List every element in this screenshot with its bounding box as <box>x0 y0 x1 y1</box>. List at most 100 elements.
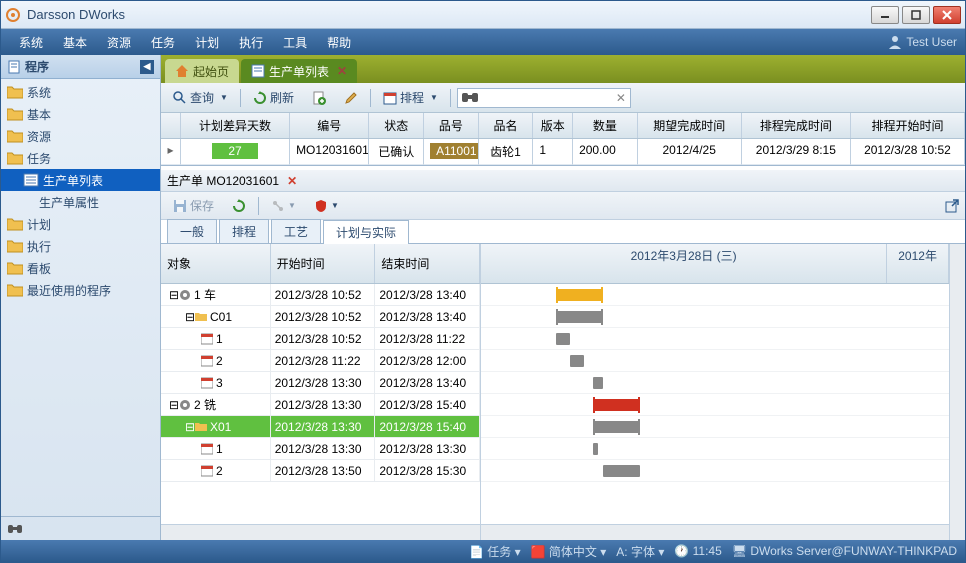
tab-起始页[interactable]: 起始页 <box>165 59 239 83</box>
new-icon <box>312 91 326 105</box>
gantt-row <box>481 284 949 306</box>
scrollbar-h[interactable] <box>481 524 949 540</box>
sched-row[interactable]: ⊟X012012/3/28 13:302012/3/28 15:40 <box>161 416 480 438</box>
nav-生产单列表[interactable]: 生产单列表 <box>1 169 160 191</box>
gantt-bar[interactable] <box>556 333 570 345</box>
schedule-button[interactable]: 排程 ▼ <box>377 86 444 109</box>
nav-基本[interactable]: 基本 <box>1 103 160 125</box>
detail-tab-工艺[interactable]: 工艺 <box>271 219 321 243</box>
new-button[interactable] <box>306 88 332 108</box>
menu-任务[interactable]: 任务 <box>141 30 185 55</box>
nav-资源[interactable]: 资源 <box>1 125 160 147</box>
close-tab-icon[interactable]: ✕ <box>337 64 347 78</box>
status-server: 🖥 DWorks Server@FUNWAY-THINKPAD <box>732 544 957 558</box>
gantt-row <box>481 350 949 372</box>
link-button[interactable]: ▼ <box>265 196 302 216</box>
tab-生产单列表[interactable]: 生产单列表✕ <box>241 59 357 83</box>
col-排程完成时间[interactable]: 排程完成时间 <box>742 113 851 138</box>
search-box: ✕ <box>457 88 631 108</box>
detail-tab-排程[interactable]: 排程 <box>219 219 269 243</box>
maximize-button[interactable] <box>902 6 930 24</box>
sched-row[interactable]: 32012/3/28 13:302012/3/28 13:40 <box>161 372 480 394</box>
nav-生产单属性[interactable]: 生产单属性 <box>1 191 160 213</box>
col-版本[interactable]: 版本 <box>533 113 573 138</box>
nav-系统[interactable]: 系统 <box>1 81 160 103</box>
detail-header: 生产单 MO12031601 ✕ <box>161 170 965 192</box>
gantt-bar[interactable] <box>593 421 640 433</box>
sched-row[interactable]: ⊟C012012/3/28 10:522012/3/28 13:40 <box>161 306 480 328</box>
sched-row[interactable]: 12012/3/28 10:522012/3/28 11:22 <box>161 328 480 350</box>
sched-row[interactable]: 12012/3/28 13:302012/3/28 13:30 <box>161 438 480 460</box>
gantt-bar[interactable] <box>593 377 602 389</box>
gantt-bar[interactable] <box>570 355 584 367</box>
sched-row[interactable]: 22012/3/28 13:502012/3/28 15:30 <box>161 460 480 482</box>
sched-row[interactable]: 22012/3/28 11:222012/3/28 12:00 <box>161 350 480 372</box>
gantt-bar[interactable] <box>556 311 603 323</box>
close-button[interactable] <box>933 6 961 24</box>
col-状态[interactable]: 状态 <box>369 113 424 138</box>
document-icon <box>7 60 21 74</box>
save-button[interactable]: 保存 <box>167 194 220 217</box>
edit-button[interactable] <box>338 88 364 108</box>
statusbar: 📄 任务 ▾ 🟥 简体中文 ▾ A: 字体 ▾ 🕐 11:45 🖥 DWorks… <box>1 540 965 562</box>
document-tabs: 起始页生产单列表✕ <box>161 55 965 83</box>
binoculars-icon[interactable] <box>7 521 23 537</box>
sched-row[interactable]: ⊟2 铣2012/3/28 13:302012/3/28 15:40 <box>161 394 480 416</box>
detail-tab-一般[interactable]: 一般 <box>167 219 217 243</box>
col-排程开始时间[interactable]: 排程开始时间 <box>851 113 965 138</box>
menu-帮助[interactable]: 帮助 <box>317 30 361 55</box>
gantt-bar[interactable] <box>593 399 640 411</box>
menu-执行[interactable]: 执行 <box>229 30 273 55</box>
sidebar-footer <box>1 516 160 540</box>
search-input[interactable] <box>482 91 612 105</box>
user-icon <box>888 35 902 49</box>
grid-row[interactable]: ▸ 27MO12031601已确认A11001齿轮11200.002012/4/… <box>161 139 965 165</box>
col-品号[interactable]: 品号 <box>424 113 479 138</box>
nav-执行[interactable]: 执行 <box>1 235 160 257</box>
detail-tab-计划与实际[interactable]: 计划与实际 <box>323 220 409 244</box>
user-name: Test User <box>906 35 957 49</box>
nav-最近使用的程序[interactable]: 最近使用的程序 <box>1 279 160 301</box>
status-lang[interactable]: 🟥 简体中文 ▾ <box>531 543 607 560</box>
col-编号[interactable]: 编号 <box>290 113 369 138</box>
col-计划差异天数[interactable]: 计划差异天数 <box>181 113 290 138</box>
gantt-bar[interactable] <box>593 443 598 455</box>
gantt-row <box>481 372 949 394</box>
gantt-bar[interactable] <box>603 465 640 477</box>
col-品名[interactable]: 品名 <box>479 113 534 138</box>
search-icon <box>173 91 187 105</box>
clear-search-icon[interactable]: ✕ <box>612 91 630 105</box>
menubar: 系统基本资源任务计划执行工具帮助 Test User <box>1 29 965 55</box>
gantt-bar[interactable] <box>556 289 603 301</box>
menu-工具[interactable]: 工具 <box>273 30 317 55</box>
scrollbar-h[interactable] <box>161 524 480 540</box>
sched-row[interactable]: ⊟1 车2012/3/28 10:522012/3/28 13:40 <box>161 284 480 306</box>
status-font[interactable]: A: 字体 ▾ <box>616 543 664 560</box>
detail-toolbar: 保存 ▼ ▼ <box>161 192 965 220</box>
menu-系统[interactable]: 系统 <box>9 30 53 55</box>
nav-看板[interactable]: 看板 <box>1 257 160 279</box>
detail-tabs: 一般排程工艺计划与实际 <box>161 220 965 244</box>
menu-基本[interactable]: 基本 <box>53 30 97 55</box>
detail-title: 生产单 MO12031601 <box>167 172 279 189</box>
scrollbar-v[interactable] <box>949 244 965 540</box>
search-button[interactable]: 查询 ▼ <box>167 86 234 109</box>
refresh-button[interactable]: 刷新 <box>247 86 300 109</box>
minimize-button[interactable] <box>871 6 899 24</box>
shield-button[interactable]: ▼ <box>308 196 345 216</box>
col-期望完成时间[interactable]: 期望完成时间 <box>638 113 742 138</box>
nav-任务[interactable]: 任务 <box>1 147 160 169</box>
nav-计划[interactable]: 计划 <box>1 213 160 235</box>
collapse-button[interactable]: ◀ <box>140 60 154 74</box>
refresh-detail-button[interactable] <box>226 196 252 216</box>
menu-资源[interactable]: 资源 <box>97 30 141 55</box>
col-数量[interactable]: 数量 <box>573 113 638 138</box>
popout-button[interactable] <box>945 199 959 213</box>
gantt-row <box>481 328 949 350</box>
close-detail-icon[interactable]: ✕ <box>287 174 297 188</box>
user-info[interactable]: Test User <box>888 35 957 49</box>
menu-计划[interactable]: 计划 <box>185 30 229 55</box>
schedule-tree: 对象 开始时间 结束时间 ⊟1 车2012/3/28 10:522012/3/2… <box>161 244 481 540</box>
status-task[interactable]: 📄 任务 ▾ <box>469 543 521 560</box>
sidebar-title: 程序 <box>25 58 49 75</box>
